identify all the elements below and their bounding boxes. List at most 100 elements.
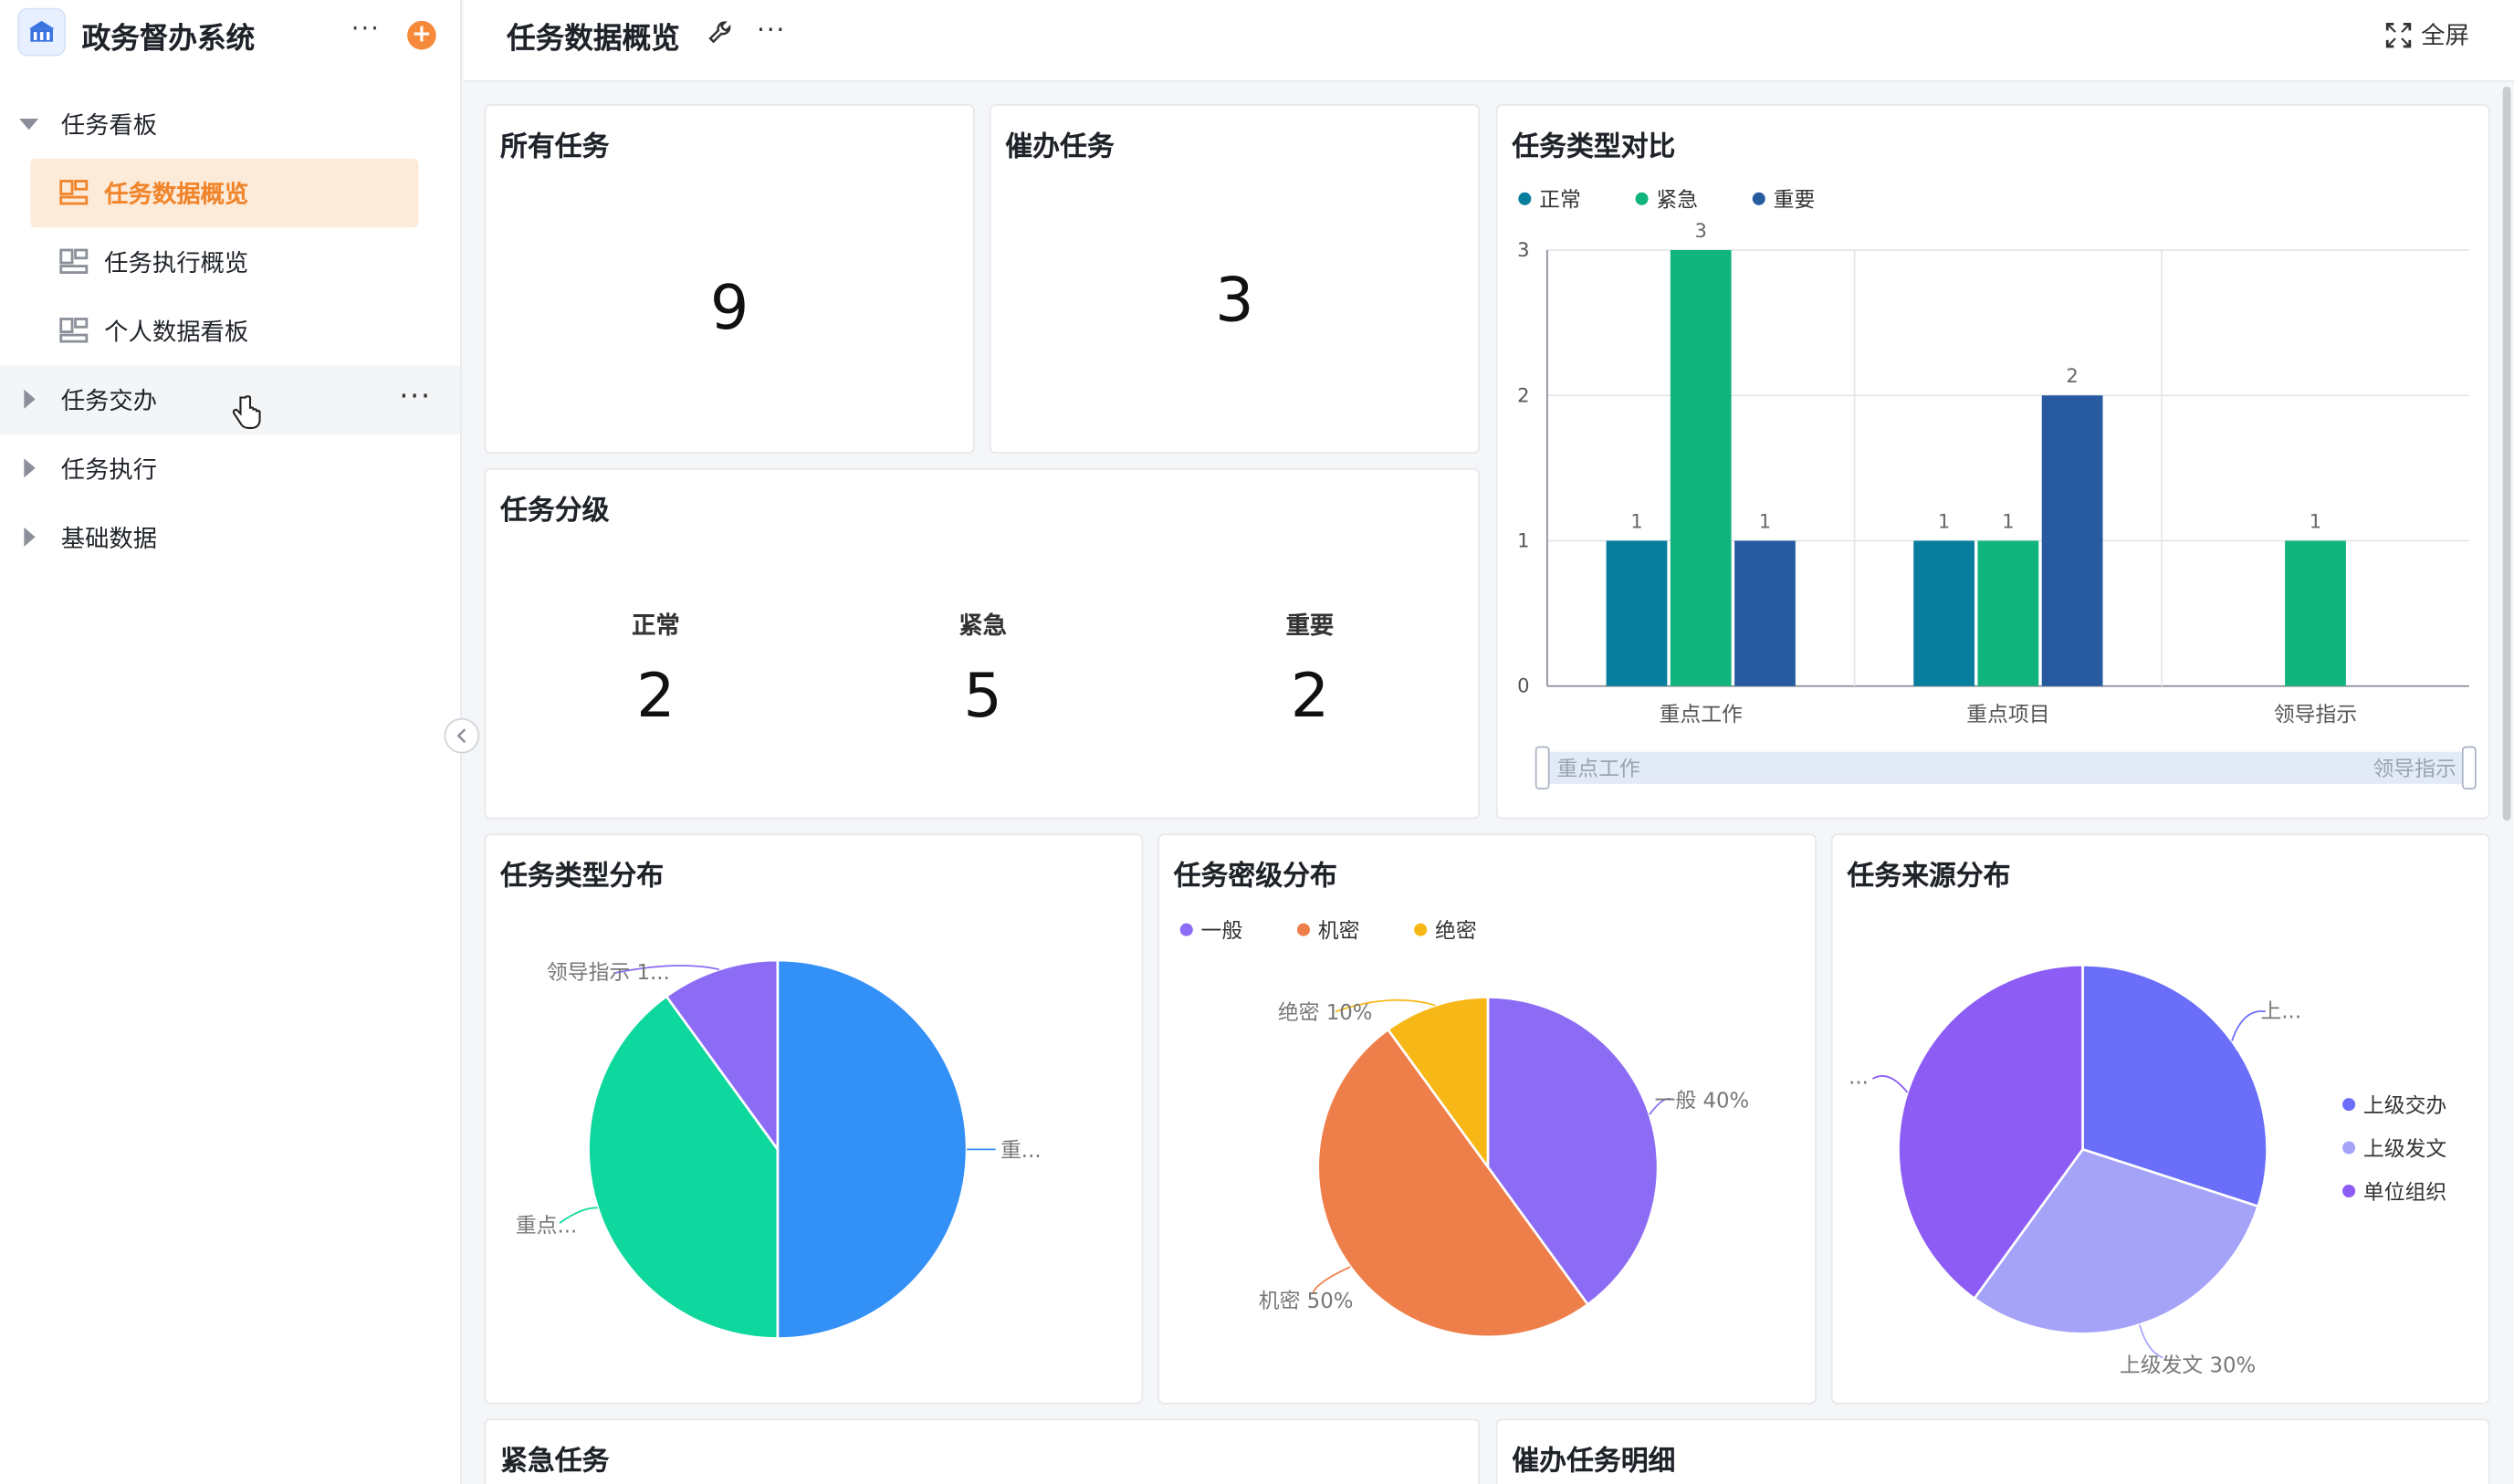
grade-label: 紧急 bbox=[958, 611, 1008, 640]
fullscreen-icon bbox=[2385, 22, 2412, 47]
bar bbox=[1734, 540, 1796, 686]
sidebar-item-task-exec-overview[interactable]: 任务执行概览 bbox=[0, 227, 460, 297]
y-tick-label: 3 bbox=[1517, 238, 1529, 261]
bar-value-label: 1 bbox=[1759, 509, 1771, 532]
pie-slice-label: ... bbox=[1849, 1065, 1869, 1089]
pie-slice-label: 上级发文 30% bbox=[2120, 1353, 2256, 1377]
pie-leader-line bbox=[1871, 1075, 1909, 1093]
bar bbox=[2285, 540, 2346, 686]
header-more-icon[interactable]: ··· bbox=[757, 15, 786, 45]
x-tick-label: 领导指示 bbox=[2274, 703, 2357, 726]
sidebar-item-personal-board[interactable]: 个人数据看板 bbox=[0, 297, 460, 366]
card-title: 任务分级 bbox=[499, 495, 610, 528]
page-title: 任务数据概览 bbox=[507, 22, 680, 57]
row-more-icon[interactable]: ··· bbox=[399, 380, 431, 413]
grade-label: 重要 bbox=[1285, 611, 1335, 640]
zoom-slider-start-label: 重点工作 bbox=[1556, 758, 1639, 781]
grade-urgent: 紧急 5 bbox=[886, 608, 1079, 731]
sidebar-group-label: 基础数据 bbox=[60, 524, 158, 553]
sidebar-group-label: 任务看板 bbox=[60, 110, 158, 140]
sidebar-group-label: 任务执行 bbox=[60, 455, 158, 485]
sidebar-group-task-exec[interactable]: 任务执行 bbox=[0, 434, 460, 504]
bar bbox=[1670, 249, 1732, 686]
y-tick-label: 1 bbox=[1517, 529, 1529, 552]
caret-right-icon bbox=[24, 389, 36, 409]
card-urge-detail: 催办任务明细 bbox=[1495, 1418, 2490, 1484]
card-type-compare: 任务类型对比 正常 紧急 重要 0 1 2 3 重点工作 1 3 1 重点项目 1 1 2 领导指示 1 重… bbox=[1495, 104, 2490, 820]
x-tick-label: 重点项目 bbox=[1966, 703, 2049, 726]
fullscreen-button[interactable]: 全屏 bbox=[2385, 17, 2469, 51]
add-icon[interactable]: + bbox=[407, 20, 436, 50]
grade-value: 2 bbox=[1290, 660, 1330, 731]
pie-slice bbox=[776, 958, 969, 1340]
bar bbox=[1977, 540, 2039, 686]
zoom-slider-handle bbox=[2461, 746, 2477, 790]
grade-value: 2 bbox=[636, 660, 676, 731]
sidebar-header: 政务督办系统 ··· + bbox=[0, 0, 462, 70]
sidebar-group-task-board[interactable]: 任务看板 bbox=[0, 89, 460, 159]
sidebar-item-label: 个人数据看板 bbox=[104, 317, 249, 347]
sidebar-group-label: 任务交办 bbox=[60, 386, 158, 415]
urge-tasks-count: 3 bbox=[1215, 264, 1254, 336]
grade-important: 重要 2 bbox=[1214, 608, 1407, 731]
pie-chart-source: 上... 上级发文 30%... bbox=[1849, 964, 2301, 1377]
card-type-dist: 任务类型分布 重... 重点... 领导指示 1... bbox=[484, 833, 1144, 1405]
bar-value-label: 1 bbox=[2002, 509, 2014, 532]
caret-down-icon bbox=[19, 118, 39, 131]
y-tick-label: 2 bbox=[1517, 383, 1529, 406]
sidebar-item-task-data-overview[interactable]: 任务数据概览 bbox=[0, 158, 460, 228]
caret-right-icon bbox=[24, 527, 36, 547]
card-source-dist: 任务来源分布 上级交办 上级发文 单位组织 上... 上级发文 30%... bbox=[1830, 833, 2490, 1405]
bar-value-label: 3 bbox=[1695, 219, 1707, 242]
pie-leader-line bbox=[2139, 1324, 2163, 1359]
sidebar-menu: 任务看板 任务数据概览 任务执行概览 个人数据看板 任务交办 ··· 任务执行 … bbox=[0, 89, 461, 573]
card-urge-tasks: 催办任务 3 bbox=[989, 104, 1481, 455]
sidebar-more-icon[interactable]: ··· bbox=[351, 13, 381, 43]
bar bbox=[1913, 540, 1975, 686]
app-logo-icon bbox=[17, 7, 67, 57]
bar-value-label: 1 bbox=[2310, 509, 2321, 532]
card-urgent-tasks: 紧急任务 bbox=[484, 1418, 1481, 1484]
pie-slice-label: 重点... bbox=[516, 1215, 577, 1238]
pie-slice-label: 上... bbox=[2260, 999, 2301, 1023]
card-title: 催办任务明细 bbox=[1512, 1446, 1676, 1479]
grade-normal: 正常 2 bbox=[560, 608, 752, 731]
grade-value: 5 bbox=[963, 660, 1002, 731]
dashboard-icon bbox=[59, 318, 89, 343]
dashboard-icon bbox=[59, 180, 89, 205]
pie-leader-line bbox=[1312, 1266, 1351, 1293]
pie-slice-label: 一般 40% bbox=[1655, 1090, 1750, 1113]
wrench-icon[interactable] bbox=[707, 19, 737, 48]
caret-right-icon bbox=[24, 458, 36, 478]
card-secret-dist: 任务密级分布 一般 机密 绝密 一般 40% 机密 50% 绝密 10% bbox=[1157, 833, 1817, 1405]
card-title: 所有任务 bbox=[499, 131, 610, 164]
pie-slice-label: 机密 50% bbox=[1259, 1290, 1354, 1313]
sidebar-item-label: 任务数据概览 bbox=[104, 179, 249, 209]
scrollbar[interactable] bbox=[2502, 86, 2511, 821]
dashboard-icon bbox=[59, 248, 89, 274]
bar-value-label: 1 bbox=[1630, 509, 1642, 532]
sidebar: 政务督办系统 ··· + 任务看板 任务数据概览 任务执行概览 个人数据看板 任… bbox=[0, 0, 462, 1484]
bar-value-label: 1 bbox=[1938, 509, 1950, 532]
collapse-sidebar-button[interactable] bbox=[444, 717, 480, 754]
sidebar-group-base-data[interactable]: 基础数据 bbox=[0, 504, 460, 573]
pie-chart-type: 重... 重点... 领导指示 1... bbox=[516, 958, 1042, 1340]
x-tick-label: 重点工作 bbox=[1660, 703, 1743, 726]
zoom-slider-track bbox=[1539, 751, 2469, 784]
card-task-grading: 任务分级 正常 2 紧急 5 重要 2 bbox=[484, 467, 1481, 820]
card-all-tasks: 所有任务 9 bbox=[484, 104, 975, 455]
hand-cursor-icon bbox=[232, 395, 261, 430]
sidebar-item-label: 任务执行概览 bbox=[104, 248, 249, 277]
y-tick-label: 0 bbox=[1517, 674, 1529, 697]
pie-slice-label: 重... bbox=[1000, 1139, 1042, 1163]
bar-chart: 0123重点工作131重点项目1 12领导指示1重点工作 领导指示 bbox=[1517, 219, 2477, 790]
chevron-left-icon bbox=[456, 728, 466, 744]
pie-slice-label: 绝密 10% bbox=[1278, 1001, 1373, 1025]
pie-slice-label: 领导指示 1... bbox=[547, 961, 670, 985]
main-header: 任务数据概览 ··· 全屏 bbox=[463, 0, 2514, 82]
bar bbox=[1606, 540, 1668, 686]
card-title: 催办任务 bbox=[1005, 131, 1115, 164]
grade-label: 正常 bbox=[631, 611, 680, 640]
card-title: 紧急任务 bbox=[499, 1446, 610, 1479]
fullscreen-label: 全屏 bbox=[2421, 20, 2469, 50]
